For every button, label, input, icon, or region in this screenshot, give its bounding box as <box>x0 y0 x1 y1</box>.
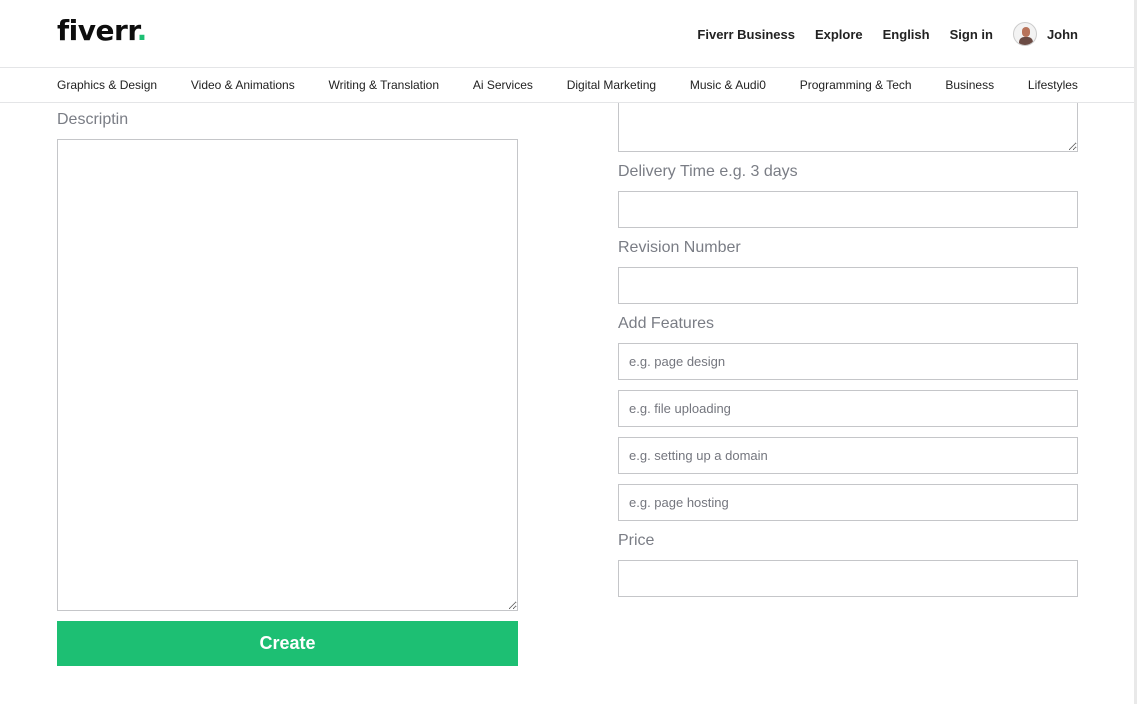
title-textarea[interactable] <box>618 103 1078 152</box>
category-programming-tech[interactable]: Programming & Tech <box>800 78 912 92</box>
category-music-audio[interactable]: Music & Audi0 <box>690 78 766 92</box>
revision-number-label: Revision Number <box>618 239 741 256</box>
category-video-animations[interactable]: Video & Animations <box>191 78 295 92</box>
feature-input-2[interactable] <box>618 390 1078 427</box>
header: fiverr. Fiverr Business Explore English … <box>0 0 1137 68</box>
feature-input-4[interactable] <box>618 484 1078 521</box>
explore-link[interactable]: Explore <box>815 27 863 42</box>
delivery-time-input[interactable] <box>618 191 1078 228</box>
category-writing-translation[interactable]: Writing & Translation <box>329 78 440 92</box>
avatar <box>1012 22 1037 46</box>
category-business[interactable]: Business <box>945 78 994 92</box>
category-bar: Graphics & Design Video & Animations Wri… <box>0 68 1137 103</box>
category-ai-services[interactable]: Ai Services <box>473 78 533 92</box>
revision-number-input[interactable] <box>618 267 1078 304</box>
fiverr-business-link[interactable]: Fiverr Business <box>697 27 795 42</box>
feature-input-3[interactable] <box>618 437 1078 474</box>
feature-input-1[interactable] <box>618 343 1078 380</box>
top-nav: Fiverr Business Explore English Sign in … <box>697 0 1078 68</box>
create-button[interactable]: Create <box>57 621 518 666</box>
category-graphics-design[interactable]: Graphics & Design <box>57 78 157 92</box>
fiverr-logo[interactable]: fiverr. <box>57 14 147 47</box>
username: John <box>1046 26 1078 42</box>
price-label: Price <box>618 532 655 549</box>
category-digital-marketing[interactable]: Digital Marketing <box>567 78 656 92</box>
category-lifestyles[interactable]: Lifestyles <box>1028 78 1078 92</box>
price-input[interactable] <box>618 560 1078 597</box>
user-menu[interactable]: John <box>1012 22 1078 46</box>
description-label: Descriptin <box>57 111 129 128</box>
delivery-time-label: Delivery Time e.g. 3 days <box>618 163 798 180</box>
language-link[interactable]: English <box>883 27 930 42</box>
sign-in-link[interactable]: Sign in <box>950 27 993 42</box>
add-features-label: Add Features <box>618 315 715 332</box>
description-textarea[interactable] <box>57 139 518 611</box>
